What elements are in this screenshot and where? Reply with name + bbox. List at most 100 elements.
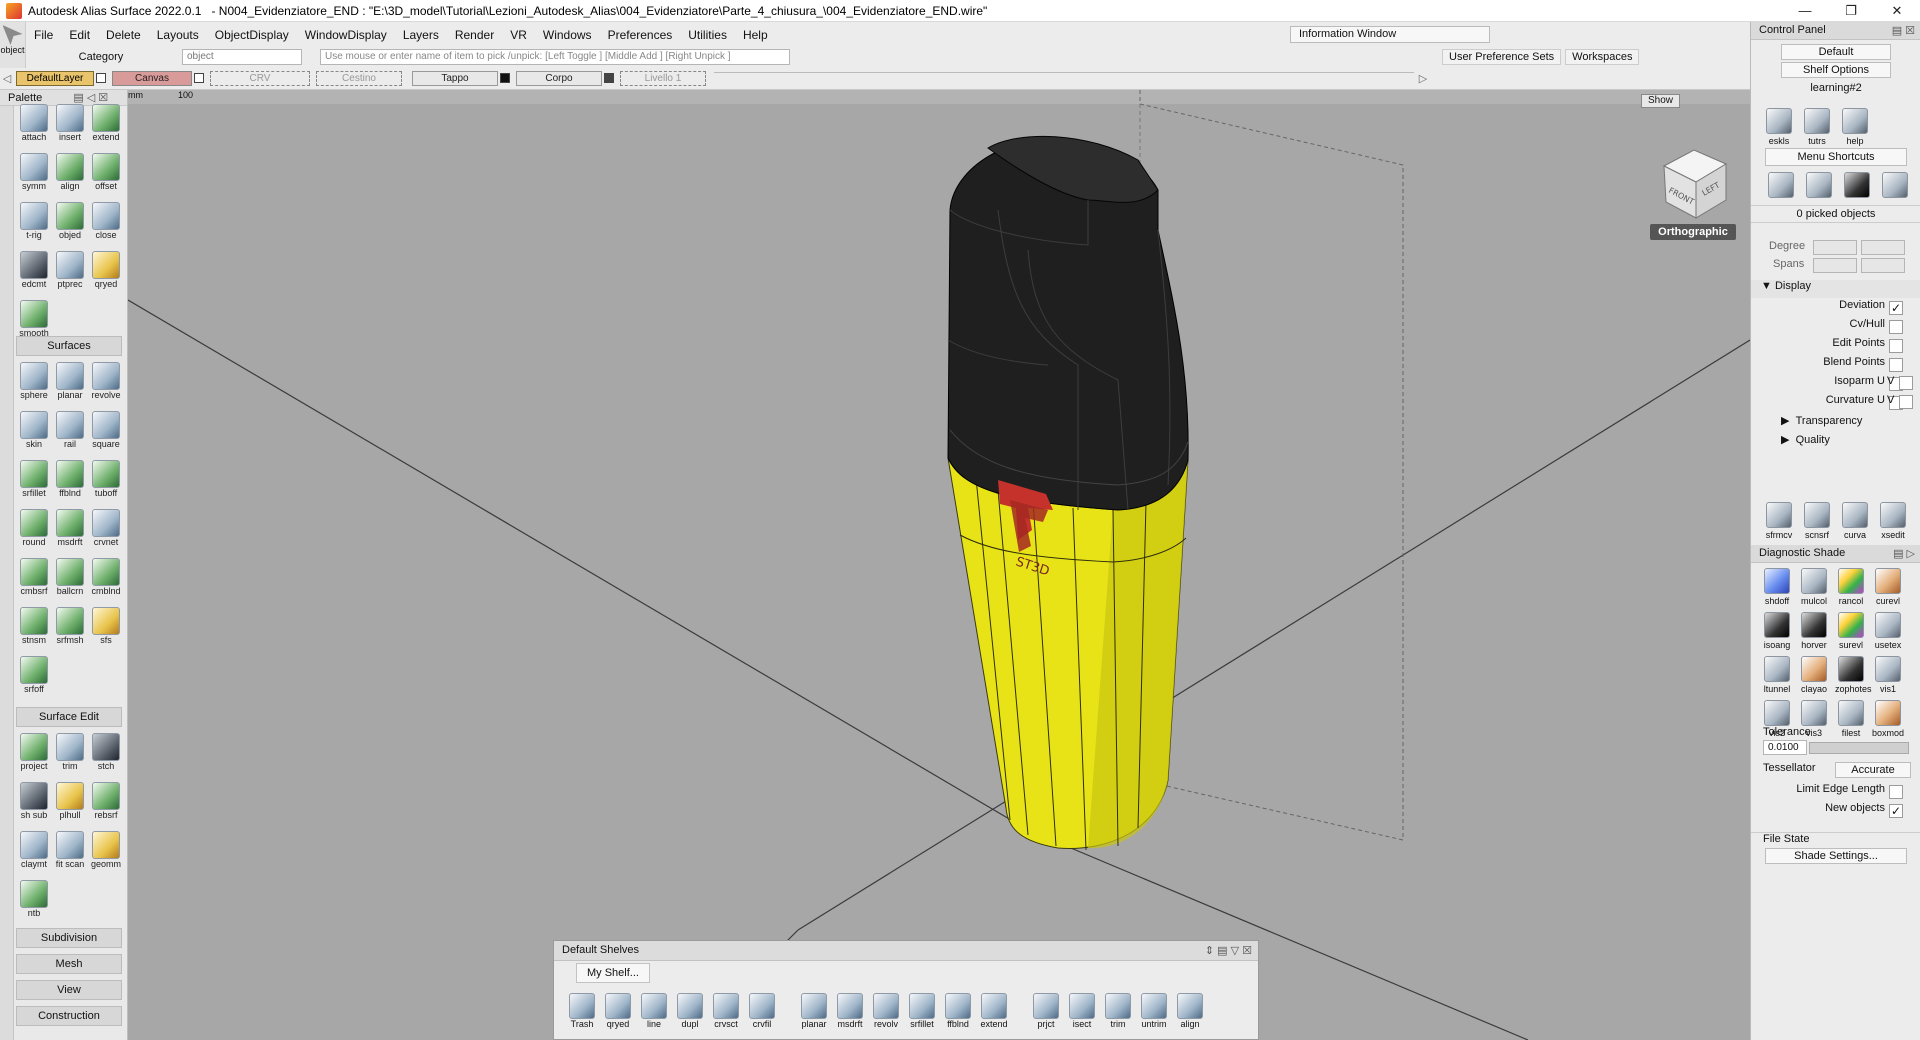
menu-delete[interactable]: Delete — [98, 26, 149, 46]
panel-tool-help[interactable]: help — [1839, 108, 1871, 146]
shelf-tool-planar[interactable]: planar — [796, 987, 832, 1039]
spans-field[interactable] — [1813, 258, 1857, 273]
shelf-tool-msdrft[interactable]: msdrft — [832, 987, 868, 1039]
deviation-checkbox[interactable]: ✓ — [1889, 301, 1903, 315]
shelf-tool-isect[interactable]: isect — [1064, 987, 1100, 1039]
tool-square[interactable]: square — [88, 407, 124, 456]
construction-section-header[interactable]: Construction — [16, 1006, 122, 1026]
isoparm-v-checkbox[interactable] — [1899, 376, 1913, 390]
tool-stnsm[interactable]: stnsm — [16, 603, 52, 652]
check-shortcut[interactable] — [1879, 172, 1911, 200]
menu-edit[interactable]: Edit — [61, 26, 98, 46]
user-preference-sets-button[interactable]: User Preference Sets — [1442, 49, 1562, 65]
pick-tool-button[interactable]: object — [0, 22, 26, 68]
menu-objectdisplay[interactable]: ObjectDisplay — [207, 26, 297, 46]
close-button[interactable]: ✕ — [1874, 0, 1920, 22]
tool-srfmsh[interactable]: srfmsh — [52, 603, 88, 652]
split-shortcut[interactable] — [1803, 172, 1835, 200]
my-shelf-tab[interactable]: My Shelf... — [576, 963, 650, 983]
layer-canvas[interactable]: Canvas — [112, 70, 192, 86]
subdivision-section-header[interactable]: Subdivision — [16, 928, 122, 948]
menu-windows[interactable]: Windows — [535, 26, 600, 46]
tool-qryed[interactable]: qryed — [88, 247, 124, 296]
shelf-tool-crvsct[interactable]: crvsct — [708, 987, 744, 1039]
highlighter-cap[interactable] — [947, 140, 1189, 511]
tool-planar[interactable]: planar — [52, 358, 88, 407]
blend-points-checkbox[interactable] — [1889, 358, 1903, 372]
shelf-options-button[interactable]: Shelf Options — [1781, 62, 1891, 78]
cvhull-checkbox[interactable] — [1889, 320, 1903, 334]
tool-align[interactable]: align — [52, 149, 88, 198]
shelf-tool-srfillet[interactable]: srfillet — [904, 987, 940, 1039]
diag-tool-curevl[interactable]: curevl — [1872, 568, 1904, 606]
panel-tool-eskls[interactable]: eskls — [1763, 108, 1795, 146]
tool-ptprec[interactable]: ptprec — [52, 247, 88, 296]
minimize-button[interactable]: — — [1782, 0, 1828, 22]
shelf-tool-dupl[interactable]: dupl — [672, 987, 708, 1039]
menu-layouts[interactable]: Layouts — [149, 26, 207, 46]
tool-project[interactable]: project — [16, 729, 52, 778]
panel-tool-tutrs[interactable]: tutrs — [1801, 108, 1833, 146]
projection-label[interactable]: Orthographic — [1650, 224, 1736, 240]
menu-preferences[interactable]: Preferences — [600, 26, 681, 46]
tool-fit-scan[interactable]: fit scan — [52, 827, 88, 876]
diag-tool-clayao[interactable]: clayao — [1798, 656, 1830, 694]
tool-edcmt[interactable]: edcmt — [16, 247, 52, 296]
show-button[interactable]: Show — [1641, 94, 1681, 108]
diag-tool-surevl[interactable]: surevl — [1835, 612, 1867, 650]
model-canvas[interactable]: ST3D — [128, 90, 1750, 1040]
tool-cmbsrf[interactable]: cmbsrf — [16, 554, 52, 603]
diag-tool-isoang[interactable]: isoang — [1761, 612, 1793, 650]
tolerance-slider[interactable] — [1809, 742, 1909, 754]
shelf-tool-revolv[interactable]: revolv — [868, 987, 904, 1039]
tool-geomm[interactable]: geomm — [88, 827, 124, 876]
layer-scroll-right-icon[interactable]: ▷ — [1416, 72, 1430, 85]
tool-close[interactable]: close — [88, 198, 124, 247]
workspaces-button[interactable]: Workspaces — [1565, 49, 1640, 65]
info-shortcut[interactable] — [1841, 172, 1873, 200]
shade-settings-button[interactable]: Shade Settings... — [1765, 848, 1907, 864]
menu-layers[interactable]: Layers — [395, 26, 447, 46]
view-cube-graphic[interactable]: FRONT LEFT — [1654, 140, 1734, 224]
mesh-section-header[interactable]: Mesh — [16, 954, 122, 974]
shelf-tool-trim[interactable]: trim — [1100, 987, 1136, 1039]
tessellator-dropdown[interactable]: Accurate — [1835, 762, 1911, 778]
tool-sphere[interactable]: sphere — [16, 358, 52, 407]
tool-extend[interactable]: extend — [88, 100, 124, 149]
tool-trim[interactable]: trim — [52, 729, 88, 778]
shelf-tool-ffblnd[interactable]: ffblnd — [940, 987, 976, 1039]
diag-tool-shdoff[interactable]: shdoff — [1761, 568, 1793, 606]
tool-cmblnd[interactable]: cmblnd — [88, 554, 124, 603]
spans-field-v[interactable] — [1861, 258, 1905, 273]
tool-ntb[interactable]: ntb — [16, 876, 52, 925]
shelf-tool-extend[interactable]: extend — [976, 987, 1012, 1039]
edit-points-checkbox[interactable] — [1889, 339, 1903, 353]
display-section-header[interactable]: ▼ Display — [1751, 280, 1920, 298]
tool-offset[interactable]: offset — [88, 149, 124, 198]
tool-claymt[interactable]: claymt — [16, 827, 52, 876]
shelf-tool-crvfil[interactable]: crvfil — [744, 987, 780, 1039]
default-dropdown[interactable]: Default — [1781, 44, 1891, 60]
shelf-tool-qryed[interactable]: qryed — [600, 987, 636, 1039]
panel-tool-sfrmcv[interactable]: sfrmcv — [1763, 502, 1795, 540]
shelf-tool-untrim[interactable]: untrim — [1136, 987, 1172, 1039]
tool-tuboff[interactable]: tuboff — [88, 456, 124, 505]
diag-tool-vis1[interactable]: vis1 — [1872, 656, 1904, 694]
diag-tool-rancol[interactable]: rancol — [1835, 568, 1867, 606]
tool-sfs[interactable]: sfs — [88, 603, 124, 652]
menu-utilities[interactable]: Utilities — [680, 26, 735, 46]
tool-skin[interactable]: skin — [16, 407, 52, 456]
tool-plhull[interactable]: plhull — [52, 778, 88, 827]
diag-tool-usetex[interactable]: usetex — [1872, 612, 1904, 650]
layer-livello-1[interactable]: Livello 1 — [620, 70, 706, 86]
tool-crvnet[interactable]: crvnet — [88, 505, 124, 554]
layer-scroll-left-icon[interactable]: ◁ — [0, 72, 14, 85]
tolerance-field[interactable]: 0.0100 — [1763, 740, 1807, 755]
tool-rail[interactable]: rail — [52, 407, 88, 456]
layer-crv[interactable]: CRV — [210, 70, 310, 86]
tool-round[interactable]: round — [16, 505, 52, 554]
menu-render[interactable]: Render — [447, 26, 502, 46]
tool-symm[interactable]: symm — [16, 149, 52, 198]
panel-tool-scnsrf[interactable]: scnsrf — [1801, 502, 1833, 540]
layer-defaultlayer[interactable]: DefaultLayer — [16, 70, 94, 86]
